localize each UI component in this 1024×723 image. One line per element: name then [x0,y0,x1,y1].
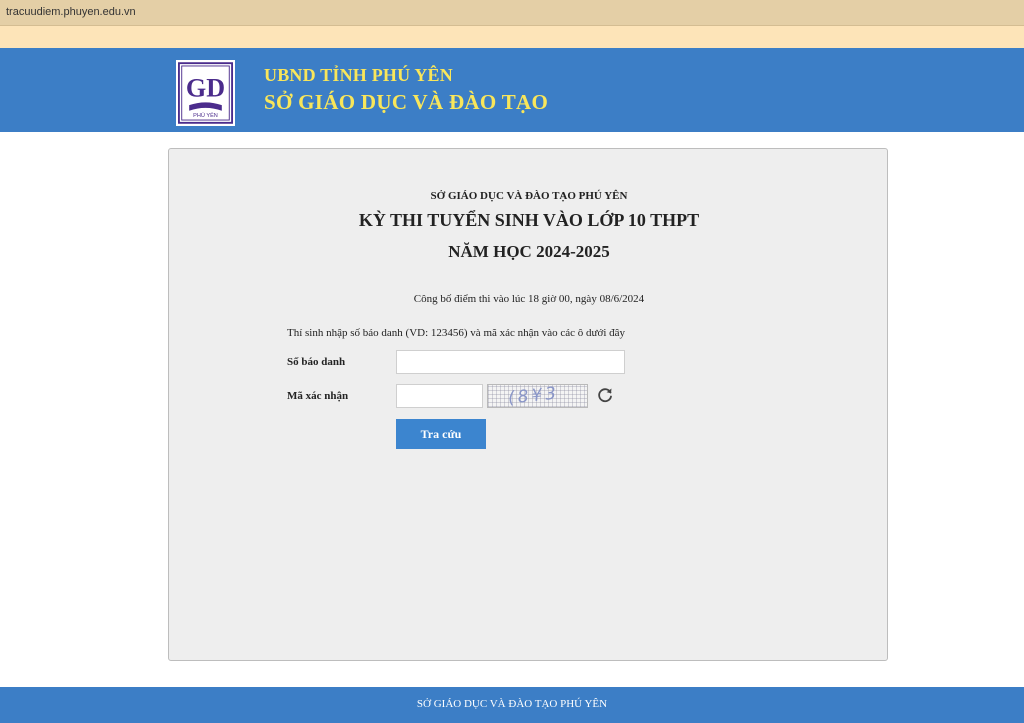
school-year: NĂM HỌC 2024-2025 [448,242,610,261]
department-logo: GD PHÚ YÊN [176,60,235,126]
refresh-icon[interactable] [596,386,614,404]
captcha-text: (8¥3 [507,384,560,408]
instruction-text: Thí sinh nhập số báo danh (VD: 123456) v… [287,327,626,339]
captcha-image: (8¥3 [487,384,588,408]
site-header: GD PHÚ YÊN UBND TỈNH PHÚ YÊN SỞ GIÁO DỤC… [0,48,1024,132]
sbd-label: Số báo danh [287,356,346,368]
notice-strip [0,26,1024,48]
logo-caption: PHÚ YÊN [193,111,218,119]
browser-address-bar[interactable]: tracuudiem.phuyen.edu.vn [0,0,1024,26]
browser-url[interactable]: tracuudiem.phuyen.edu.vn [6,6,136,18]
captcha-label: Mã xác nhận [287,390,349,402]
page-title: KỲ THI TUYỂN SINH VÀO LỚP 10 THPT [358,210,700,230]
sbd-input[interactable] [396,350,625,374]
announcement-text: Công bố điểm thi vào lúc 18 giờ 00, ngày… [413,293,645,305]
site-footer: SỞ GIÁO DỤC VÀ ĐÀO TẠO PHÚ YÊN [0,687,1024,723]
logo-graphic: GD PHÚ YÊN [178,62,233,124]
panel-organization: SỞ GIÁO DỤC VÀ ĐÀO TẠO PHÚ YÊN [430,190,628,202]
header-province: UBND TỈNH PHÚ YÊN [264,65,453,85]
footer-text: SỞ GIÁO DỤC VÀ ĐÀO TẠO PHÚ YÊN [416,698,608,710]
lookup-panel: SỞ GIÁO DỤC VÀ ĐÀO TẠO PHÚ YÊN KỲ THI TU… [168,148,888,661]
captcha-input[interactable] [396,384,483,408]
header-department: SỞ GIÁO DỤC VÀ ĐÀO TẠO [264,90,549,114]
lookup-button[interactable]: Tra cứu [396,419,486,449]
logo-letters: GD [186,74,225,103]
